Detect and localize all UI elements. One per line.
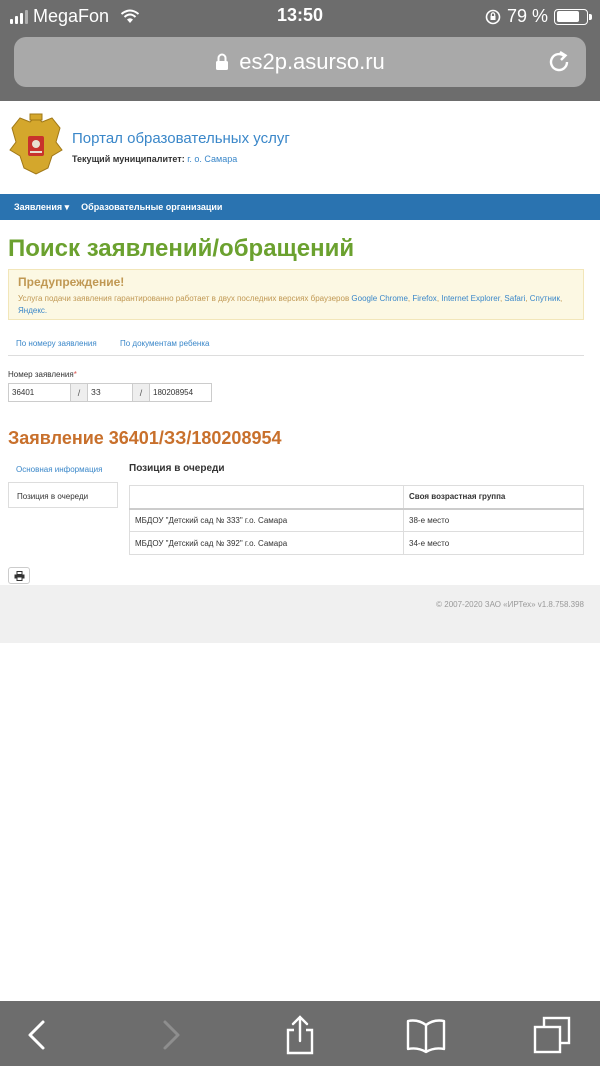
- battery-percent: 79 %: [506, 6, 548, 26]
- page-title: Поиск заявлений/обращений: [8, 235, 355, 262]
- application-side-menu: Основная информация Позиция в очереди: [8, 456, 118, 508]
- municipality-link[interactable]: г. о. Самара: [187, 154, 237, 164]
- print-button[interactable]: [8, 567, 30, 584]
- page: MegaFon 13:50 79 % es2p.asurso.ru Портал…: [0, 0, 600, 1066]
- footer: © 2007-2020 ЗАО «ИРТех» v1.8.758.398: [0, 585, 600, 643]
- alert-heading: Предупреждение!: [18, 275, 125, 289]
- application-number-part3[interactable]: [149, 383, 212, 402]
- browser-link[interactable]: Спутник: [530, 294, 560, 303]
- copyright-text: © 2007-2020 ЗАО «ИРТех» v1.8.758.398: [436, 600, 584, 609]
- separator: /: [133, 383, 149, 402]
- site-header: Портал образовательных услуг Текущий мун…: [0, 101, 600, 194]
- table-cell: 38-е место: [403, 508, 584, 532]
- municipality-info: Текущий муниципалитет: г. о. Самара: [72, 154, 237, 164]
- url-text: es2p.asurso.ru: [239, 49, 385, 74]
- queue-section-title: Позиция в очереди: [129, 463, 225, 474]
- table-cell: МБДОУ "Детский сад № 392" г.о. Самара: [129, 531, 404, 555]
- table-header-row: Своя возрастная группа: [129, 485, 584, 510]
- column-header: [129, 485, 404, 510]
- side-item-main-info[interactable]: Основная информация: [8, 456, 118, 482]
- rotation-lock-icon: [485, 9, 501, 24]
- tab-by-number[interactable]: По номеру заявления: [16, 339, 97, 348]
- side-item-queue-position[interactable]: Позиция в очереди: [8, 482, 118, 508]
- application-title: Заявление 36401/ЗЗ/180208954: [8, 428, 282, 448]
- printer-icon: [14, 570, 24, 581]
- tabs-icon[interactable]: [532, 1015, 572, 1055]
- nav-applications-dropdown[interactable]: Заявления ▾: [14, 202, 69, 213]
- application-number-label: Номер заявления*: [8, 370, 77, 379]
- tab-by-child-documents[interactable]: По документам ребенка: [120, 339, 209, 348]
- browser-link[interactable]: Яндекс.: [18, 306, 47, 315]
- separator: /: [71, 383, 87, 402]
- browser-link[interactable]: Google Chrome: [351, 294, 407, 303]
- table-cell: МБДОУ "Детский сад № 333" г.о. Самара: [129, 508, 404, 532]
- status-bar: MegaFon 13:50 79 %: [0, 0, 600, 32]
- queue-table: Своя возрастная группа МБДОУ "Детский са…: [129, 485, 584, 555]
- application-number-part1[interactable]: [8, 383, 71, 402]
- table-row: МБДОУ "Детский сад № 333" г.о. Самара 38…: [129, 508, 584, 532]
- application-number-part2[interactable]: [87, 383, 133, 402]
- browser-link[interactable]: Firefox: [412, 294, 436, 303]
- portal-title[interactable]: Портал образовательных услуг: [72, 130, 290, 147]
- table-cell: 34-е место: [403, 531, 584, 555]
- forward-icon[interactable]: [150, 1015, 190, 1055]
- browser-link[interactable]: Internet Explorer: [441, 294, 500, 303]
- reload-icon[interactable]: [546, 49, 572, 75]
- address-bar[interactable]: es2p.asurso.ru: [14, 37, 586, 87]
- browser-warning-alert: Предупреждение! Услуга подачи заявления …: [8, 269, 584, 320]
- table-row: МБДОУ "Детский сад № 392" г.о. Самара 34…: [129, 531, 584, 555]
- lock-icon: [216, 53, 229, 70]
- browser-chrome: MegaFon 13:50 79 % es2p.asurso.ru: [0, 0, 600, 101]
- column-header: Своя возрастная группа: [403, 485, 584, 510]
- back-icon[interactable]: [18, 1015, 58, 1055]
- battery-icon: [554, 8, 592, 25]
- alert-text: Услуга подачи заявления гарантированно р…: [18, 294, 563, 315]
- municipality-label: Текущий муниципалитет:: [72, 154, 185, 164]
- coat-of-arms-logo[interactable]: [8, 112, 64, 176]
- browser-link[interactable]: Safari: [504, 294, 525, 303]
- share-icon[interactable]: [280, 1015, 320, 1055]
- browser-toolbar: [0, 1001, 600, 1066]
- nav-organizations[interactable]: Образовательные организации: [81, 202, 222, 212]
- main-nav: Заявления ▾ Образовательные организации: [0, 194, 600, 220]
- bookmarks-icon[interactable]: [406, 1015, 446, 1055]
- search-tabs: По номеру заявления По документам ребенк…: [8, 334, 584, 356]
